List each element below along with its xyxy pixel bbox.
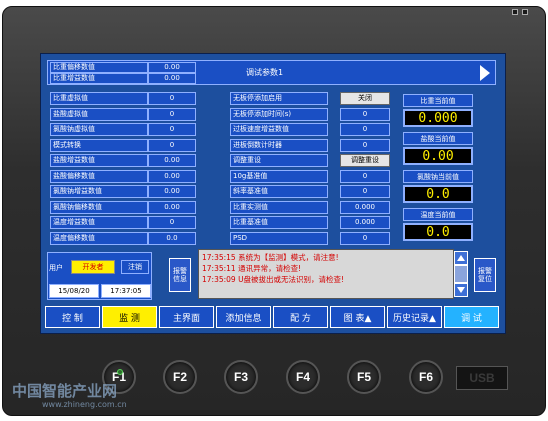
param-label: PSD: [230, 231, 328, 245]
param-value[interactable]: 0: [340, 169, 390, 183]
param-label: 过板速度增益数值: [230, 123, 328, 136]
header-label-2: 比重增益数值: [50, 73, 148, 84]
function-key-button[interactable]: F6: [409, 360, 443, 394]
param-toggle-button[interactable]: 关闭: [340, 92, 390, 105]
param-value[interactable]: 0.0: [148, 231, 196, 245]
nav-button[interactable]: 配 方: [273, 306, 328, 328]
param-label: 比重虚拟值: [50, 92, 148, 105]
watermark-text: 中国智能产业网: [12, 382, 118, 400]
current-value-display: 0.000: [403, 109, 473, 127]
alarm-scroll-down-button[interactable]: [454, 283, 468, 297]
param-value[interactable]: 0: [148, 138, 196, 152]
param-label: 进板倒数计时器: [230, 138, 328, 152]
param-label: 盐酸偏移数值: [50, 169, 148, 183]
param-label: 比重实测值: [230, 200, 328, 214]
param-value[interactable]: 0: [340, 138, 390, 152]
current-value-title: 温度当前值: [403, 208, 473, 221]
usb-port-label: USB: [456, 366, 508, 390]
power-led-icon: [117, 369, 123, 375]
nav-button[interactable]: 主界面: [159, 306, 214, 328]
param-value[interactable]: 0: [148, 107, 196, 121]
alarm-message: 17:35:11 通讯异常，请检查!: [202, 264, 302, 273]
alarm-reset-label: 报警 复位: [478, 266, 492, 283]
nav-button[interactable]: 调 试: [444, 306, 499, 328]
time-display: 17:37:05: [101, 284, 151, 298]
alarm-info-label: 报警 信息: [173, 266, 187, 283]
logout-button[interactable]: 注销: [121, 260, 149, 274]
param-label: 氯酸钠增益数值: [50, 185, 148, 198]
param-label: 温度偏移数值: [50, 231, 148, 245]
header-value-2[interactable]: 0.00: [148, 73, 196, 84]
alarm-info-button[interactable]: 报警 信息: [169, 258, 191, 292]
next-page-button[interactable]: [475, 60, 495, 85]
date-display: 15/08/20: [49, 284, 99, 298]
triangle-down-icon: [457, 287, 465, 293]
param-toggle-button[interactable]: 调整重设: [340, 154, 390, 167]
param-value[interactable]: 0: [340, 231, 390, 245]
user-label: 用户: [49, 263, 63, 272]
nav-button[interactable]: 添加信息: [216, 306, 271, 328]
alarm-message: 17:35:15 系统为【监测】模式，请注意!: [202, 253, 339, 262]
watermark-url: www.zhineng.com.cn: [42, 400, 127, 409]
param-value[interactable]: 0: [148, 92, 196, 105]
param-label: 调整重设: [230, 154, 328, 167]
param-label: 斜率基准值: [230, 185, 328, 198]
param-label: 盐酸增益数值: [50, 154, 148, 167]
param-label: 盐酸虚拟值: [50, 107, 148, 121]
function-key-button[interactable]: F2: [163, 360, 197, 394]
alarm-scrollbar[interactable]: [454, 265, 468, 283]
param-value[interactable]: 0.00: [148, 154, 196, 167]
param-value[interactable]: 0: [340, 123, 390, 136]
param-value[interactable]: 0.00: [148, 200, 196, 214]
current-value-display: 0.00: [403, 147, 473, 165]
header-value-1[interactable]: 0.00: [148, 62, 196, 73]
current-value-display: 0.0: [403, 223, 473, 241]
triangle-up-icon: [457, 255, 465, 261]
param-label: 比重基准值: [230, 216, 328, 229]
play-right-icon: [480, 64, 490, 81]
page-title: 调试参数1: [246, 68, 284, 77]
param-value[interactable]: 0: [148, 216, 196, 229]
hmi-screen: 比重偏移数值 0.00 比重增益数值 0.00 调试参数1 比重虚拟值 0 盐酸虚拟…: [40, 53, 506, 334]
param-label: 温度增益数值: [50, 216, 148, 229]
current-value-title: 盐酸当前值: [403, 132, 473, 145]
param-label: 氯酸钠虚拟值: [50, 123, 148, 136]
nav-button[interactable]: 历史记录▲: [387, 306, 442, 328]
param-value[interactable]: 0.00: [148, 185, 196, 198]
nav-button[interactable]: 监 测: [102, 306, 157, 328]
param-label: 10g基准值: [230, 169, 328, 183]
bezel-indicator-right: [522, 9, 528, 15]
current-value-display: 0.0: [403, 185, 473, 203]
nav-button[interactable]: 图 表▲: [330, 306, 385, 328]
alarm-scroll-up-button[interactable]: [454, 251, 468, 265]
param-value[interactable]: 0.000: [340, 200, 390, 214]
function-key-button[interactable]: F4: [286, 360, 320, 394]
param-label: 氯酸钠偏移数值: [50, 200, 148, 214]
param-value[interactable]: 0.00: [148, 169, 196, 183]
param-label: 无板停添加启用: [230, 92, 328, 105]
user-name: 开发者: [71, 260, 115, 274]
current-value-title: 比重当前值: [403, 94, 473, 107]
function-key-button[interactable]: F3: [224, 360, 258, 394]
current-value-title: 氯酸钠当前值: [403, 170, 473, 183]
header-label-1: 比重偏移数值: [50, 62, 148, 73]
param-value[interactable]: 0.000: [340, 216, 390, 229]
alarm-list: 17:35:15 系统为【监测】模式，请注意! 17:35:11 通讯异常，请检…: [198, 249, 454, 299]
alarm-reset-button[interactable]: 报警 复位: [474, 258, 496, 292]
param-value[interactable]: 0: [148, 123, 196, 136]
param-value[interactable]: 0: [340, 107, 390, 121]
param-label: 无板停添加时间(s): [230, 107, 328, 121]
param-value[interactable]: 0: [340, 185, 390, 198]
bezel-indicator-left: [512, 9, 518, 15]
function-key-button[interactable]: F5: [347, 360, 381, 394]
param-label: 模式转换: [50, 138, 148, 152]
alarm-message: 17:35:09 U盘被拔出或无法识别，请检查!: [202, 275, 345, 284]
nav-button[interactable]: 控 制: [45, 306, 100, 328]
